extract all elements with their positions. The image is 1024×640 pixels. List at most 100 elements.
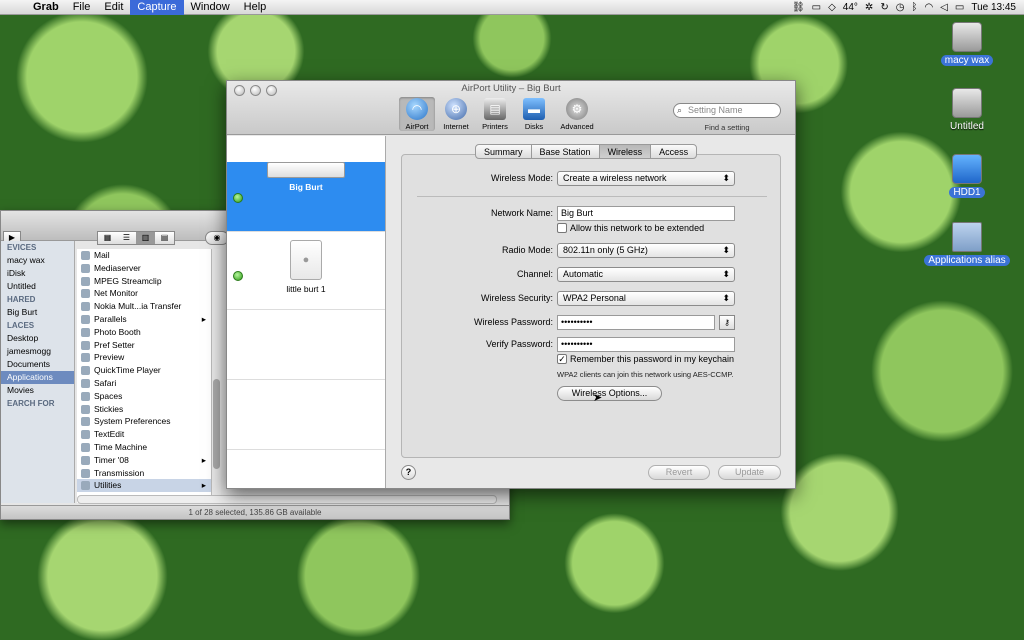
network-name-label: Network Name: [490, 208, 553, 218]
airport-utility-window: AirPort Utility – Big Burt ◠ AirPort ⊕ Int… [226, 80, 796, 489]
menu-grab[interactable]: Grab [26, 0, 66, 15]
volume-icon[interactable]: ◁ [940, 2, 948, 13]
list-item[interactable]: Spaces [77, 390, 212, 403]
list-item[interactable]: QuickTime Player [77, 364, 212, 377]
allow-extend-checkbox[interactable]: Allow this network to be extended [557, 223, 704, 233]
list-item[interactable]: Mail [77, 249, 212, 262]
sidebar-item[interactable]: iDisk [1, 267, 74, 280]
sidebar-item[interactable]: jamesmogg [1, 345, 74, 358]
menu-help[interactable]: Help [237, 0, 274, 15]
list-item-label: Photo Booth [94, 326, 141, 337]
temperature-readout[interactable]: 44° [843, 2, 858, 13]
keychain-key-icon[interactable]: ⚷ [719, 315, 735, 330]
sidebar-item[interactable]: Documents [1, 358, 74, 371]
list-item[interactable]: Utilities ▸ [77, 479, 212, 493]
list-item-label: Safari [94, 377, 117, 388]
channel-select[interactable]: Automatic [557, 267, 735, 282]
list-item[interactable]: Safari [77, 377, 212, 390]
list-item[interactable]: Photo Booth [77, 326, 212, 339]
list-item[interactable]: Transmission [77, 467, 212, 480]
revert-button[interactable]: Revert [648, 465, 710, 480]
tab-summary[interactable]: Summary [476, 145, 532, 158]
tool-label: Disks [524, 122, 544, 131]
desktop-icon-label: HDD1 [949, 187, 985, 198]
view-switcher[interactable]: ▦ ☰ ▥ ▤ [97, 231, 175, 245]
list-item[interactable]: Stickies [77, 403, 212, 416]
list-item[interactable]: Pref Setter [77, 339, 212, 352]
battery-icon[interactable]: ▭ [955, 2, 964, 13]
sidebar-item[interactable]: Movies [1, 384, 74, 397]
screen-icon[interactable]: ▭ [812, 2, 821, 13]
list-item[interactable]: Parallels ▸ [77, 313, 212, 326]
network-name-field[interactable]: Big Burt [557, 206, 735, 221]
setting-search-input[interactable]: ⌕ Setting Name [673, 103, 781, 118]
tool-disks[interactable]: ▬ Disks [516, 97, 552, 131]
menu-capture[interactable]: Capture [130, 0, 184, 15]
sidebar-item[interactable]: Desktop [1, 332, 74, 345]
sidebar-item[interactable]: Big Burt [1, 306, 74, 319]
fan-icon[interactable]: ✲ [865, 2, 873, 13]
list-item[interactable]: TextEdit [77, 428, 212, 441]
list-item[interactable]: Nokia Mult...ia Transfer [77, 300, 212, 313]
tool-advanced[interactable]: ⚙ Advanced [555, 97, 599, 131]
icon-view-icon[interactable]: ▦ [98, 232, 117, 244]
tab-access[interactable]: Access [651, 145, 696, 158]
sidebar-item[interactable]: macy wax [1, 254, 74, 267]
status-icon[interactable]: ⛓ [792, 2, 805, 13]
list-item[interactable]: Timer '08 ▸ [77, 454, 212, 467]
list-item-label: Time Machine [94, 441, 148, 452]
help-button[interactable]: ? [401, 465, 416, 480]
tab-wireless[interactable]: Wireless [599, 145, 652, 158]
password-field[interactable]: •••••••••• [557, 315, 715, 330]
time-machine-icon[interactable]: ◷ [896, 2, 905, 13]
radio-mode-select[interactable]: 802.11n only (5 GHz) [557, 243, 735, 258]
tab-base-station[interactable]: Base Station [532, 145, 600, 158]
security-select[interactable]: WPA2 Personal [557, 291, 735, 306]
menu-file[interactable]: File [66, 0, 98, 15]
list-item[interactable]: Preview [77, 351, 212, 364]
tool-label: Advanced [560, 122, 594, 131]
coverflow-view-icon[interactable]: ▤ [155, 232, 174, 244]
list-item[interactable]: Time Machine [77, 441, 212, 454]
printer-icon: ▤ [484, 98, 506, 120]
update-button[interactable]: Update [718, 465, 781, 480]
bluetooth-icon[interactable]: ᛒ [911, 2, 917, 13]
dropbox-icon[interactable]: ◇ [828, 2, 836, 13]
menu-window[interactable]: Window [184, 0, 237, 15]
list-item[interactable]: MPEG Streamclip [77, 275, 212, 288]
list-item[interactable]: Mediaserver [77, 262, 212, 275]
desktop-icon-untitled[interactable]: Untitled [924, 88, 1010, 132]
horizontal-scrollbar[interactable] [77, 495, 497, 504]
checkbox-checked-icon[interactable]: ✓ [557, 354, 567, 364]
tool-printers[interactable]: ▤ Printers [477, 97, 513, 131]
hard-disk-icon [952, 22, 982, 52]
sync-icon[interactable]: ↻ [880, 2, 888, 13]
checkbox-box[interactable] [557, 223, 567, 233]
sidebar-item[interactable]: Applications [1, 371, 74, 384]
sidebar-header: HARED [7, 295, 36, 304]
column-view-icon[interactable]: ▥ [136, 232, 155, 244]
remember-password-checkbox[interactable]: ✓ Remember this password in my keychain [557, 354, 734, 364]
column-scrollbar[interactable] [211, 249, 221, 503]
clock[interactable]: Tue 13:45 [971, 2, 1016, 13]
verify-password-field[interactable]: •••••••••• [557, 337, 735, 352]
desktop-icon-hdd1[interactable]: HDD1 [924, 154, 1010, 198]
wifi-icon[interactable]: ◠ [924, 2, 933, 13]
list-item-label: Timer '08 [94, 454, 129, 465]
wireless-mode-select[interactable]: Create a wireless network [557, 171, 735, 186]
sidebar-item[interactable]: Untitled [1, 280, 74, 293]
scroll-thumb[interactable] [213, 379, 220, 469]
network-disk-icon [952, 154, 982, 184]
list-view-icon[interactable]: ☰ [117, 232, 136, 244]
list-item-label: System Preferences [94, 416, 171, 427]
wireless-options-button[interactable]: Wireless Options... [557, 386, 662, 401]
desktop-icon-macy-wax[interactable]: macy wax [924, 22, 1010, 66]
menu-edit[interactable]: Edit [97, 0, 130, 15]
desktop-icon-applications-alias[interactable]: Applications alias [924, 222, 1010, 266]
list-item[interactable]: Net Monitor [77, 287, 212, 300]
tool-internet[interactable]: ⊕ Internet [438, 97, 474, 131]
list-item[interactable]: System Preferences [77, 415, 212, 428]
tool-airport[interactable]: ◠ AirPort [399, 97, 435, 131]
settings-tabs: Summary Base Station Wireless Access [475, 144, 698, 159]
list-item-label: Transmission [94, 467, 145, 478]
